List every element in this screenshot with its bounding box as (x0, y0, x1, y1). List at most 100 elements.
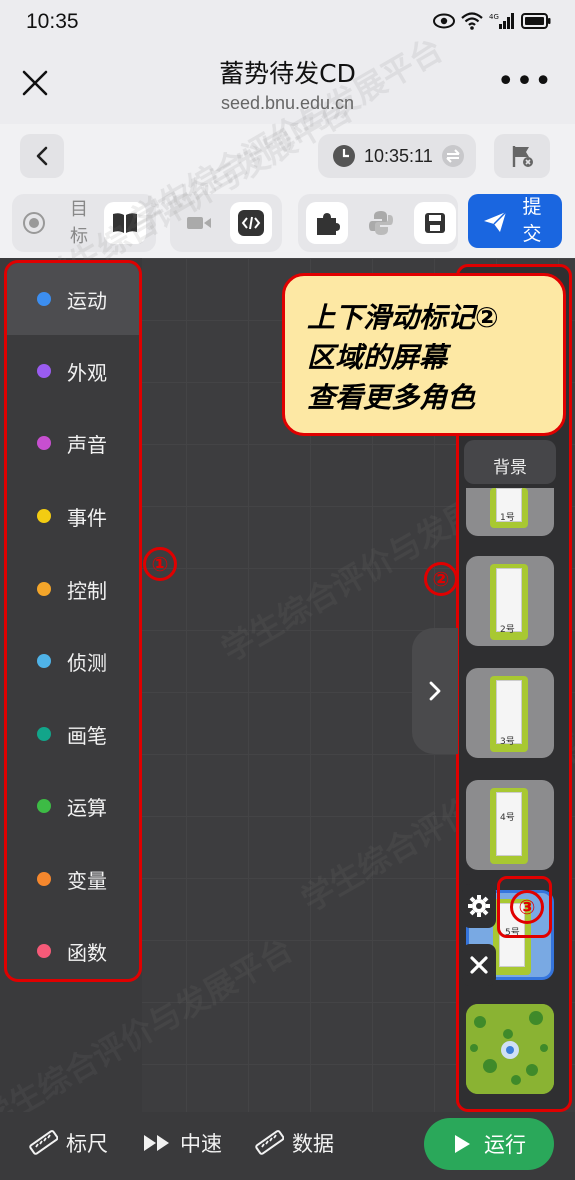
sprite-thumbnail-2[interactable]: 2号 (466, 556, 554, 646)
radio-icon[interactable] (22, 211, 46, 235)
python-button[interactable] (360, 202, 402, 244)
category-pen[interactable]: 画笔 (7, 698, 139, 770)
category-events[interactable]: 事件 (7, 480, 139, 552)
title-bar: 蓄势待发CD seed.bnu.edu.cn ••• (0, 46, 575, 124)
submit-label: 提 交 (520, 194, 544, 248)
back-button[interactable] (20, 134, 64, 178)
sprite-settings-button[interactable] (462, 884, 496, 928)
tooltip-line-2: 区域的屏幕 (307, 341, 448, 374)
timer-display: 10:35:11 (318, 134, 476, 178)
chevron-right-icon (429, 681, 441, 701)
data-label: 数据 (292, 1132, 334, 1156)
category-dot (37, 292, 51, 306)
blocks-button[interactable] (306, 202, 348, 244)
goal-label-line-1: 目 (70, 199, 88, 220)
category-label: 画笔 (67, 723, 107, 748)
data-button[interactable]: 数据 (254, 1128, 334, 1158)
ruler-icon (29, 1130, 58, 1155)
category-dot (37, 582, 51, 596)
category-sound[interactable]: 声音 (7, 407, 139, 479)
video-camera-icon (187, 217, 211, 229)
save-button[interactable] (414, 202, 456, 244)
more-menu-button[interactable]: ••• (497, 64, 553, 99)
hint-tooltip: 上下滑动标记② 区域的屏幕 查看更多角色 (282, 273, 566, 436)
category-dot (37, 436, 51, 450)
flag-icon (512, 146, 533, 167)
sprite-label: 1号 (500, 513, 515, 523)
puzzle-icon (317, 213, 340, 235)
category-label: 运算 (67, 795, 107, 820)
category-dot (37, 364, 51, 378)
close-icon (470, 956, 488, 974)
annotation-mark-1: ① (143, 547, 177, 581)
toolbar-row-1: 10:35:11 (0, 124, 575, 188)
submit-label-line-1: 提 (522, 196, 542, 218)
collapse-panel-button[interactable] (412, 628, 458, 754)
sprite-label: 2号 (500, 625, 515, 635)
save-disk-icon (425, 213, 445, 233)
delete-sprite-button[interactable] (462, 944, 496, 986)
speed-button[interactable]: 中速 (142, 1128, 222, 1158)
sprite-thumbnail-4[interactable]: 4号 (466, 780, 554, 870)
send-icon (484, 211, 507, 232)
goal-label[interactable]: 目 标 (70, 196, 88, 250)
clock-icon (333, 145, 355, 167)
signal-icon: 4G (489, 13, 514, 29)
code-button[interactable] (230, 202, 272, 244)
category-label: 运动 (67, 288, 107, 313)
fast-forward-icon (144, 1135, 169, 1151)
view-group (170, 194, 282, 252)
category-dot (37, 872, 51, 886)
map-background-image (466, 1004, 554, 1094)
play-icon (455, 1135, 470, 1153)
book-icon (113, 213, 137, 233)
submit-button[interactable]: 提 交 (468, 194, 562, 248)
category-dot (37, 799, 51, 813)
category-label: 事件 (67, 505, 107, 530)
category-dot (37, 727, 51, 741)
sprite-building (496, 792, 522, 856)
python-icon (369, 211, 393, 235)
submit-label-line-2: 交 (522, 223, 542, 245)
run-label: 运行 (484, 1133, 526, 1157)
block-category-panel: 运动 外观 声音 事件 控制 侦测 画笔 运算 变量 函数 (4, 260, 142, 982)
category-label: 控制 (67, 578, 107, 603)
speed-label: 中速 (180, 1132, 222, 1156)
annotation-mark-2: ② (424, 562, 458, 596)
category-motion[interactable]: 运动 (7, 263, 139, 335)
report-flag-button[interactable] (494, 134, 550, 178)
wifi-icon (461, 12, 483, 30)
category-dot (37, 944, 51, 958)
sprite-label: 3号 (500, 737, 515, 747)
bottom-bar: 标尺 中速 数据 运行 (0, 1112, 575, 1180)
category-dot (37, 509, 51, 523)
category-operators[interactable]: 运算 (7, 770, 139, 842)
category-variables[interactable]: 变量 (7, 843, 139, 915)
goal-label-line-2: 标 (70, 226, 88, 247)
sprite-thumbnail-1[interactable]: 1号 (466, 488, 554, 536)
book-button[interactable] (104, 202, 146, 244)
video-button[interactable] (178, 202, 220, 244)
data-ruler-icon (255, 1130, 284, 1155)
stage-background-thumbnail[interactable] (466, 1004, 554, 1094)
category-dot (37, 654, 51, 668)
chevron-left-icon (36, 146, 48, 166)
ruler-button[interactable]: 标尺 (28, 1128, 108, 1158)
timer-text: 10:35:11 (364, 145, 433, 166)
category-functions[interactable]: 函数 (7, 915, 139, 979)
tooltip-line-1: 上下滑动标记② (307, 301, 499, 334)
switch-icon[interactable] (441, 144, 465, 168)
page-title: 蓄势待发CD (219, 59, 356, 88)
category-sensing[interactable]: 侦测 (7, 625, 139, 697)
code-icon (238, 210, 264, 236)
sprite-thumbnail-3[interactable]: 3号 (466, 668, 554, 758)
category-label: 函数 (67, 940, 107, 965)
toolbar-row-2: 目 标 提 交 (0, 188, 575, 258)
status-time: 10:35 (26, 10, 79, 33)
category-control[interactable]: 控制 (7, 553, 139, 625)
category-looks[interactable]: 外观 (7, 335, 139, 407)
svg-text:4G: 4G (489, 13, 499, 21)
background-tab[interactable]: 背景 (464, 440, 556, 484)
run-button[interactable]: 运行 (424, 1118, 554, 1170)
category-label: 外观 (67, 360, 107, 385)
